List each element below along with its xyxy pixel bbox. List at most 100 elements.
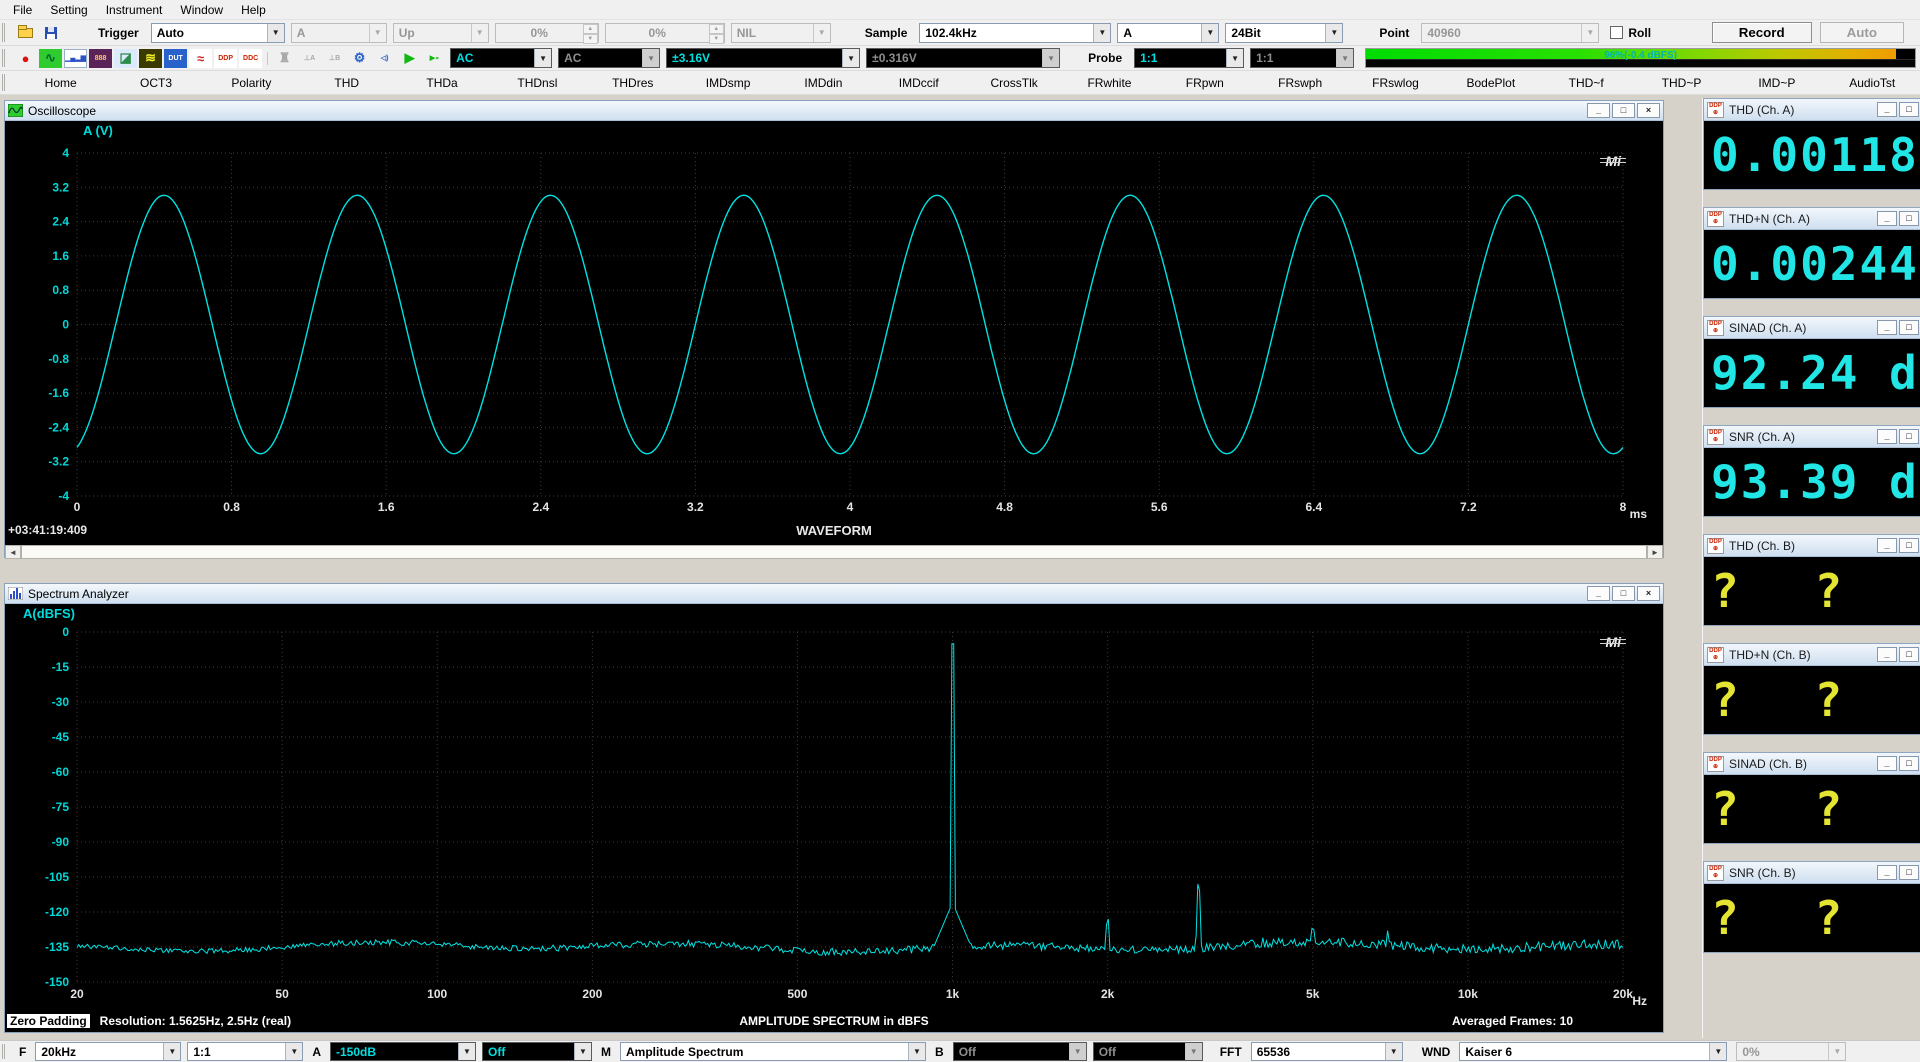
panel-tab-polarity[interactable]: Polarity <box>204 72 299 94</box>
chevron-down-icon[interactable]: ▼ <box>1201 23 1219 42</box>
chevron-down-icon[interactable]: ▼ <box>574 1043 592 1060</box>
range-a-select[interactable]: ±3.16V ▼ <box>666 48 861 68</box>
sampling-channel-select[interactable]: A ▼ <box>1117 22 1220 43</box>
marker-b-icon[interactable]: ⊥B <box>323 49 346 68</box>
roll-checkbox[interactable] <box>1610 26 1624 39</box>
ddp-titlebar[interactable]: DDP ⊕SNR (Ch. B)_□× <box>1704 862 1920 884</box>
spectrum-titlebar[interactable]: Spectrum Analyzer _ □ × <box>5 584 1663 604</box>
minimize-button[interactable]: _ <box>1877 102 1897 117</box>
restore-button[interactable]: □ <box>1899 429 1919 444</box>
panel-tab-audiotst[interactable]: AudioTst <box>1825 72 1920 94</box>
ddp-viewer-icon[interactable]: DDP <box>214 48 238 68</box>
menu-window[interactable]: Window <box>171 1 232 19</box>
record-icon[interactable]: ● <box>14 49 37 68</box>
panel-tab-thdres[interactable]: THDres <box>585 72 680 94</box>
horizontal-scrollbar[interactable]: ◄ ► <box>5 545 1663 559</box>
restore-button[interactable]: □ <box>1899 211 1919 226</box>
ddc-icon[interactable]: DDC <box>239 48 263 68</box>
trigger-mode-select[interactable]: Auto ▼ <box>150 22 285 43</box>
ddp-titlebar[interactable]: DDP ⊕SINAD (Ch. B)_□× <box>1704 753 1920 775</box>
restore-button[interactable]: □ <box>1899 538 1919 553</box>
restore-button[interactable]: □ <box>1612 586 1635 601</box>
panel-tab-crosstlk[interactable]: CrossTlk <box>966 72 1061 94</box>
minimize-button[interactable]: _ <box>1587 103 1610 118</box>
chevron-down-icon[interactable]: ▼ <box>1093 23 1111 42</box>
chevron-down-icon[interactable]: ▼ <box>458 1043 476 1060</box>
restore-button[interactable]: □ <box>1899 756 1919 771</box>
ddp-titlebar[interactable]: DDP ⊕THD (Ch. B)_□× <box>1704 535 1920 557</box>
chevron-down-icon[interactable]: ▼ <box>842 49 860 67</box>
marker-a-icon[interactable]: ⊥A <box>298 49 321 68</box>
panel-tab-thd~p[interactable]: THD~P <box>1634 72 1729 94</box>
panel-tab-thd[interactable]: THD <box>299 72 394 94</box>
panel-tab-imdccif[interactable]: IMDccif <box>871 72 966 94</box>
panel-tab-frswlog[interactable]: FRswlog <box>1348 72 1443 94</box>
record-button[interactable]: Record <box>1711 22 1812 43</box>
ddp-titlebar[interactable]: DDP ⊕THD (Ch. A)_□× <box>1704 99 1920 121</box>
range-a-db-select[interactable]: -150dB ▼ <box>330 1042 477 1061</box>
save-file-icon[interactable] <box>39 23 62 42</box>
chevron-down-icon[interactable]: ▼ <box>285 1043 303 1060</box>
chevron-down-icon[interactable]: ▼ <box>1226 49 1244 67</box>
menu-help[interactable]: Help <box>232 1 275 19</box>
toolbar-grip[interactable] <box>2 23 9 42</box>
close-button[interactable]: × <box>1637 103 1660 118</box>
sound-device-icon[interactable]: ◁) <box>373 49 396 68</box>
toolbar-grip[interactable] <box>2 74 9 91</box>
scrollbar-thumb[interactable] <box>21 545 1647 559</box>
ddp-titlebar[interactable]: DDP ⊕SNR (Ch. A)_□× <box>1704 426 1920 448</box>
panel-tab-frpwn[interactable]: FRpwn <box>1157 72 1252 94</box>
probe-calibration-icon[interactable]: ⚙ <box>348 49 371 68</box>
ddp-titlebar[interactable]: DDP ⊕THD+N (Ch. A)_□× <box>1704 208 1920 230</box>
minimize-button[interactable]: _ <box>1587 586 1610 601</box>
scroll-left-icon[interactable]: ◄ <box>5 545 21 559</box>
close-button[interactable]: × <box>1637 586 1660 601</box>
run-icon[interactable]: ▶ <box>398 49 421 68</box>
a-option-select[interactable]: Off ▼ <box>482 1042 593 1061</box>
panel-tab-frswph[interactable]: FRswph <box>1252 72 1347 94</box>
sampling-rate-select[interactable]: 102.4kHz ▼ <box>919 22 1112 43</box>
minimize-button[interactable]: _ <box>1877 211 1897 226</box>
chevron-down-icon[interactable]: ▼ <box>534 49 552 67</box>
bit-depth-select[interactable]: 24Bit ▼ <box>1225 22 1344 43</box>
ddp-titlebar[interactable]: DDP ⊕THD+N (Ch. B)_□× <box>1704 644 1920 666</box>
restore-button[interactable]: □ <box>1899 102 1919 117</box>
signal-generator-icon[interactable]: ≋ <box>139 48 163 68</box>
fft-size-select[interactable]: 65536 ▼ <box>1250 1042 1403 1061</box>
spectrum-3d-plot-icon[interactable]: ◪ <box>114 48 138 68</box>
panel-tab-thdnsl[interactable]: THDnsl <box>490 72 585 94</box>
coupling-a-select[interactable]: AC ▼ <box>450 48 553 68</box>
open-file-icon[interactable] <box>14 23 37 42</box>
minimize-button[interactable]: _ <box>1877 538 1897 553</box>
minimize-button[interactable]: _ <box>1877 429 1897 444</box>
toolbar-grip[interactable] <box>2 49 9 67</box>
panel-tab-oct3[interactable]: OCT3 <box>108 72 203 94</box>
panel-tab-home[interactable]: Home <box>13 72 108 94</box>
panel-tab-frwhite[interactable]: FRwhite <box>1062 72 1157 94</box>
probe-a-select[interactable]: 1:1 ▼ <box>1134 48 1245 68</box>
spectrum-mode-select[interactable]: Amplitude Spectrum ▼ <box>620 1042 927 1061</box>
minimize-button[interactable]: _ <box>1877 647 1897 662</box>
restore-button[interactable]: □ <box>1899 647 1919 662</box>
chevron-down-icon[interactable]: ▼ <box>1709 1043 1727 1060</box>
chevron-down-icon[interactable]: ▼ <box>908 1043 926 1060</box>
menu-setting[interactable]: Setting <box>41 1 96 19</box>
panel-tab-thda[interactable]: THDa <box>394 72 489 94</box>
panel-tab-thd~f[interactable]: THD~f <box>1539 72 1634 94</box>
chevron-down-icon[interactable]: ▼ <box>266 23 284 42</box>
menu-instrument[interactable]: Instrument <box>97 1 172 19</box>
device-test-plan-icon[interactable]: ≈ <box>189 48 213 68</box>
minimize-button[interactable]: _ <box>1877 756 1897 771</box>
run-loop-icon[interactable]: ▶∘ <box>423 49 446 68</box>
chevron-down-icon[interactable]: ▼ <box>1384 1043 1402 1060</box>
ddp-titlebar[interactable]: DDP ⊕SINAD (Ch. A)_□× <box>1704 317 1920 339</box>
panel-tab-imdsmp[interactable]: IMDsmp <box>680 72 775 94</box>
frequency-range-select[interactable]: 20kHz ▼ <box>35 1042 182 1061</box>
menu-file[interactable]: File <box>4 1 41 19</box>
probe-ratio-select[interactable]: 1:1 ▼ <box>187 1042 304 1061</box>
chevron-down-icon[interactable]: ▼ <box>163 1043 181 1060</box>
restore-button[interactable]: □ <box>1612 103 1635 118</box>
restore-button[interactable]: □ <box>1899 320 1919 335</box>
minimize-button[interactable]: _ <box>1877 865 1897 880</box>
panel-tab-bodeplot[interactable]: BodePlot <box>1443 72 1538 94</box>
